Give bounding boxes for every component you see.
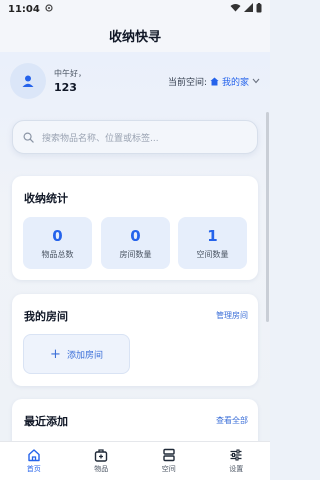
add-room-button[interactable]: + 添加房间 bbox=[23, 334, 130, 374]
rooms-title: 我的房间 bbox=[24, 310, 68, 323]
settings-icon bbox=[230, 449, 242, 461]
home-icon bbox=[28, 449, 40, 462]
manage-rooms-link[interactable]: 管理房间 bbox=[216, 310, 248, 321]
space-selector-value: 我的家 bbox=[221, 77, 249, 88]
avatar[interactable] bbox=[10, 63, 46, 99]
status-bar: 11:04 bbox=[0, 0, 270, 18]
nav-item-settings[interactable]: 设置 bbox=[203, 442, 270, 480]
main-content[interactable]: 中午好， 123 当前空间: 我的家 搜索物品名称、位置或标签... 收纳统计 … bbox=[0, 52, 270, 441]
stat-label: 房间数量 bbox=[119, 249, 152, 259]
nav-item-home[interactable]: 首页 bbox=[0, 442, 67, 480]
stat-label: 空间数量 bbox=[196, 249, 229, 259]
status-time: 11:04 bbox=[8, 3, 40, 15]
search-input[interactable]: 搜索物品名称、位置或标签... bbox=[12, 120, 258, 154]
notification-icon bbox=[45, 3, 53, 15]
app-header: 收纳快寻 bbox=[0, 18, 270, 52]
stat-value: 1 bbox=[207, 226, 218, 245]
recent-title: 最近添加 bbox=[24, 415, 68, 428]
nav-item-items[interactable]: 物品 bbox=[68, 442, 135, 480]
stat-item-count[interactable]: 0 物品总数 bbox=[23, 217, 92, 269]
nav-label: 空间 bbox=[161, 465, 176, 473]
page-title: 收纳快寻 bbox=[108, 29, 161, 45]
nav-label: 物品 bbox=[94, 465, 109, 473]
nav-item-spaces[interactable]: 空间 bbox=[135, 442, 202, 480]
user-row: 中午好， 123 当前空间: 我的家 bbox=[10, 60, 260, 102]
scrollbar[interactable] bbox=[266, 112, 269, 322]
view-all-link[interactable]: 查看全部 bbox=[216, 415, 248, 426]
plus-icon: + bbox=[50, 346, 61, 362]
nav-label: 设置 bbox=[229, 465, 244, 473]
home-small-icon bbox=[210, 76, 219, 86]
user-info: 中午好， 123 bbox=[10, 63, 86, 99]
chevron-down-icon bbox=[252, 78, 260, 84]
search-placeholder: 搜索物品名称、位置或标签... bbox=[42, 133, 159, 144]
stat-room-count[interactable]: 0 房间数量 bbox=[101, 217, 170, 269]
stat-space-count[interactable]: 1 空间数量 bbox=[178, 217, 247, 269]
add-room-label: 添加房间 bbox=[66, 350, 103, 361]
stats-card: 收纳统计 0 物品总数 0 房间数量 1 空间数量 bbox=[12, 176, 258, 280]
wifi-icon bbox=[230, 3, 241, 15]
space-icon bbox=[163, 448, 175, 462]
bottom-nav: 首页 物品 空间 设置 bbox=[0, 441, 270, 480]
box-icon bbox=[95, 449, 108, 462]
nav-label: 首页 bbox=[26, 465, 41, 473]
user-icon bbox=[22, 75, 34, 87]
username: 123 bbox=[54, 81, 77, 94]
recent-card: 最近添加 查看全部 bbox=[12, 399, 258, 441]
stat-value: 0 bbox=[130, 226, 141, 245]
battery-icon bbox=[256, 2, 262, 16]
search-icon bbox=[23, 132, 34, 143]
stat-value: 0 bbox=[52, 226, 63, 245]
stat-label: 物品总数 bbox=[41, 249, 74, 259]
signal-icon bbox=[244, 3, 253, 15]
space-selector-label: 当前空间: bbox=[167, 77, 207, 88]
space-selector[interactable]: 当前空间: 我的家 bbox=[168, 75, 260, 88]
greeting-text: 中午好， bbox=[54, 69, 86, 78]
rooms-card: 我的房间 管理房间 + 添加房间 bbox=[12, 294, 258, 386]
stats-title: 收纳统计 bbox=[24, 192, 68, 205]
